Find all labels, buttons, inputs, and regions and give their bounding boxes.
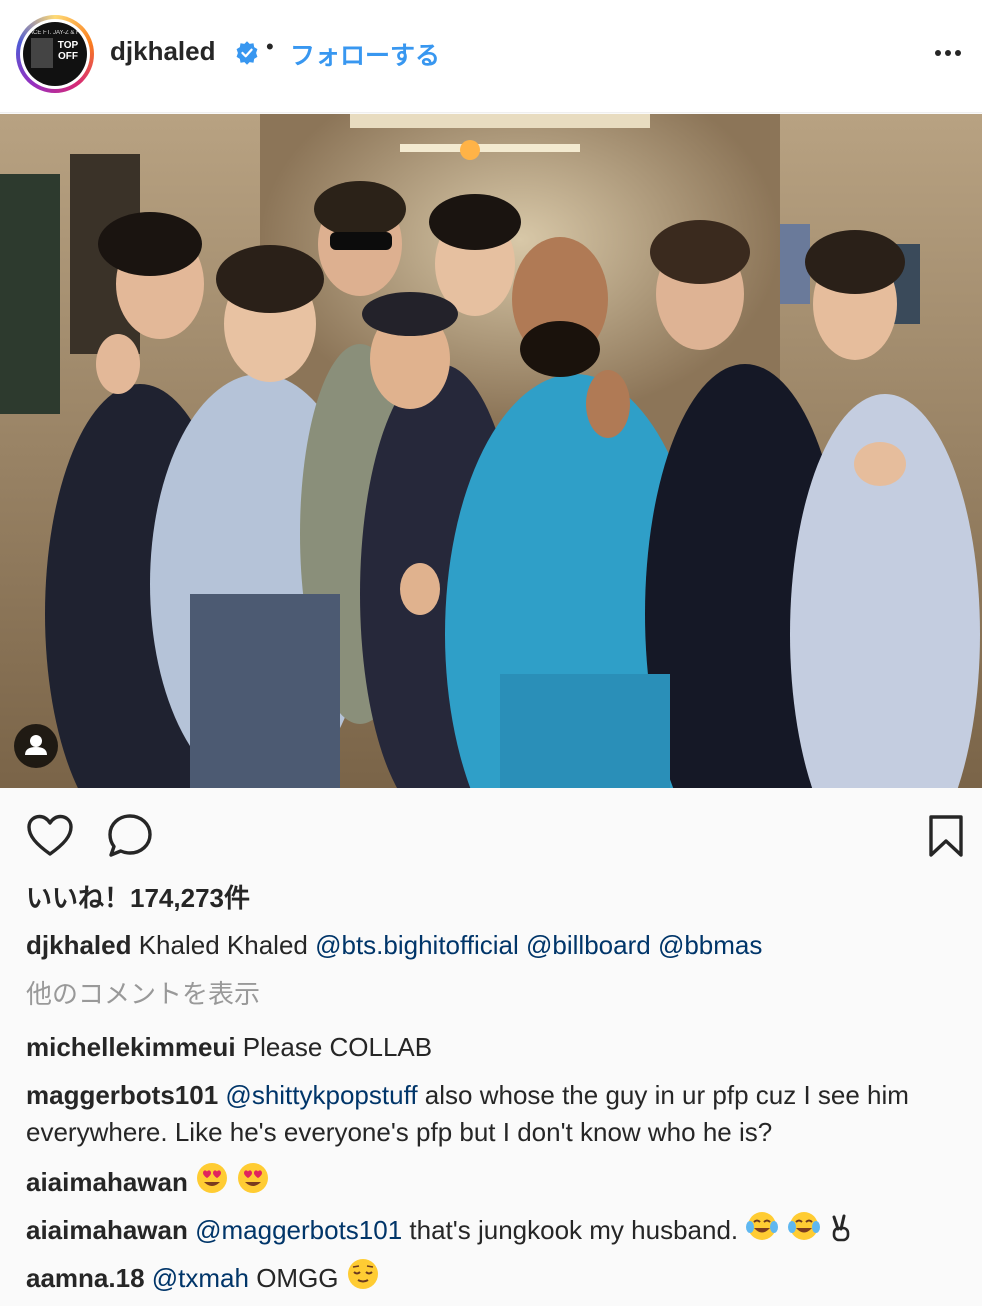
comment-icon[interactable] [106, 813, 154, 859]
like-count[interactable]: いいね！174,273件 [26, 878, 250, 915]
more-options-icon[interactable] [928, 38, 968, 68]
caption-mention-billboard[interactable]: @billboard [526, 930, 651, 960]
comment-mention[interactable]: @txmah [152, 1263, 249, 1293]
post-username[interactable]: djkhaled [110, 36, 215, 67]
comment-username[interactable]: maggerbots101 [26, 1080, 218, 1110]
bookmark-icon[interactable] [928, 814, 964, 858]
relieved-face-emoji [347, 1259, 378, 1289]
comment-item: aamna.18 @txmah OMGG [26, 1257, 966, 1297]
comment-item: aiaimahawan @maggerbots101 that's jungko… [26, 1209, 966, 1249]
caption-text: Khaled Khaled [138, 930, 308, 960]
post-caption: djkhaled Khaled Khaled @bts.bighitoffici… [26, 927, 966, 964]
comment-item: aiaimahawan [26, 1161, 966, 1201]
comment-username[interactable]: aiaimahawan [26, 1215, 188, 1245]
comment-username[interactable]: aiaimahawan [26, 1167, 188, 1197]
caption-mention-bbmas[interactable]: @bbmas [658, 930, 762, 960]
comment-item: michellekimmeui Please COLLAB [26, 1029, 966, 1066]
user-tag-button[interactable] [14, 724, 58, 768]
view-more-comments[interactable]: 他のコメントを表示 [26, 976, 966, 1013]
victory-hand-emoji [832, 1214, 850, 1242]
tears-of-joy-emoji [746, 1212, 779, 1240]
post-header: ACE FT. JAY-Z & FUTURE TOP OFF djkhaled … [0, 0, 982, 113]
comment-mention[interactable]: @maggerbots101 [195, 1215, 402, 1245]
comment-text: that's jungkook my husband. [409, 1215, 739, 1245]
avatar-art [31, 38, 53, 68]
caption-mention-bts[interactable]: @bts.bighitofficial [315, 930, 519, 960]
comment-username[interactable]: aamna.18 [26, 1263, 145, 1293]
photo-illustration [0, 114, 982, 788]
avatar-border: ACE FT. JAY-Z & FUTURE TOP OFF [20, 19, 90, 89]
avatar-caption: ACE FT. JAY-Z & FUTURE [29, 30, 83, 36]
avatar-title: TOP OFF [57, 40, 79, 62]
comment-text: OMGG [256, 1263, 339, 1293]
header-separator: • [266, 34, 274, 59]
avatar-image: ACE FT. JAY-Z & FUTURE TOP OFF [23, 22, 87, 86]
caption-username[interactable]: djkhaled [26, 930, 131, 960]
comment-text: Please COLLAB [242, 1032, 433, 1062]
post-actions [0, 800, 982, 870]
comment-item: maggerbots101 @shittykpopstuff also whos… [26, 1077, 966, 1151]
comment-mention[interactable]: @shittykpopstuff [225, 1080, 417, 1110]
heart-eyes-emoji [197, 1163, 228, 1193]
heart-eyes-emoji [238, 1163, 269, 1193]
follow-button[interactable]: フォローする [290, 36, 440, 72]
comment-username[interactable]: michellekimmeui [26, 1032, 236, 1062]
avatar[interactable]: ACE FT. JAY-Z & FUTURE TOP OFF [16, 15, 94, 93]
post-photo[interactable] [0, 114, 982, 788]
tears-of-joy-emoji [787, 1212, 820, 1240]
verified-badge-icon [236, 41, 258, 65]
heart-icon[interactable] [26, 814, 74, 858]
user-tag-icon [25, 735, 47, 755]
